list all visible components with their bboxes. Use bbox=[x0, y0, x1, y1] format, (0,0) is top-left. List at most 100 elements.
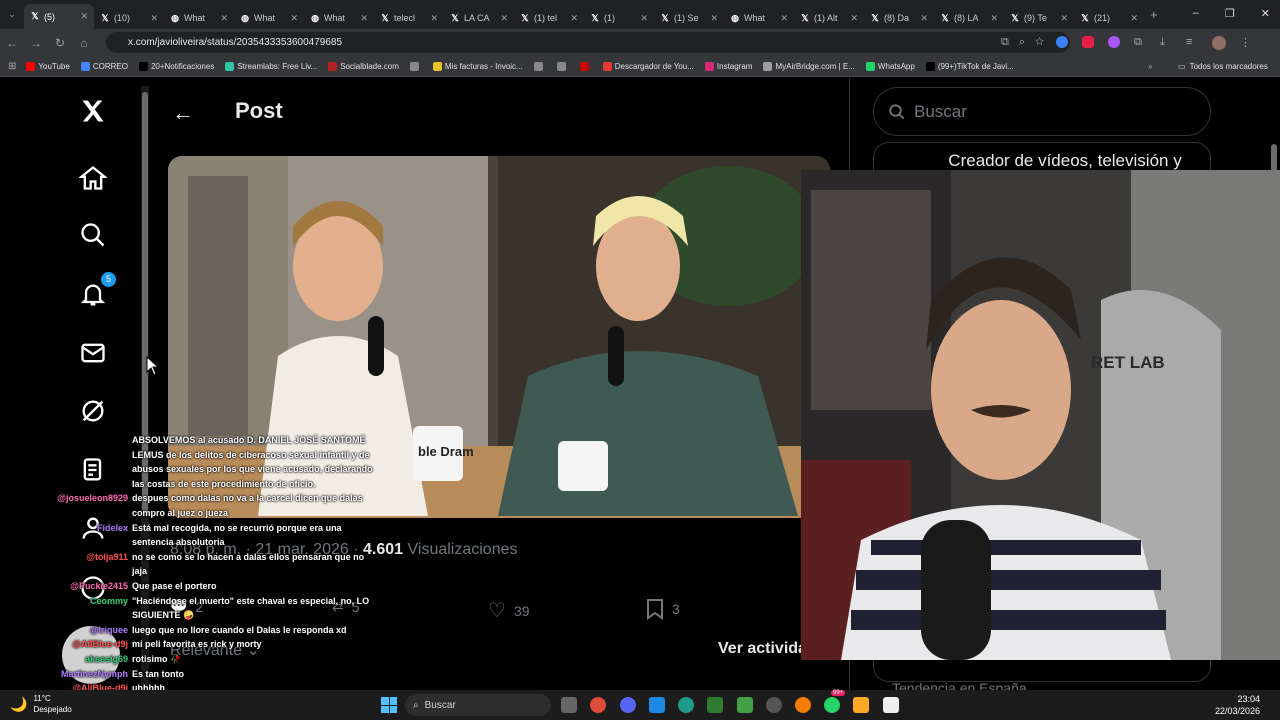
extension-icon[interactable] bbox=[1056, 36, 1068, 48]
reload-icon[interactable]: ↻ bbox=[48, 36, 72, 50]
home-icon[interactable] bbox=[78, 163, 108, 193]
new-tab-button[interactable]: + bbox=[1150, 7, 1158, 22]
back-icon[interactable]: ← bbox=[0, 36, 24, 50]
app-icon[interactable] bbox=[883, 697, 899, 713]
bookmark-item[interactable]: CORREO bbox=[80, 61, 128, 71]
messages-icon[interactable] bbox=[78, 338, 108, 368]
search-icon[interactable] bbox=[78, 220, 108, 250]
tab-search-button[interactable]: ⌄ bbox=[0, 9, 24, 20]
bookmark-item[interactable]: Socialblade.com bbox=[328, 61, 399, 71]
bookmark-item[interactable] bbox=[556, 61, 569, 71]
extensions-puzzle-icon[interactable]: ⧉ bbox=[1134, 36, 1146, 48]
x-logo-icon[interactable] bbox=[78, 96, 108, 126]
reading-list-icon[interactable]: ≡ bbox=[1186, 36, 1198, 48]
browser-tab[interactable]: 𝕏 (21) ✕ bbox=[1074, 7, 1144, 29]
bookmark-item[interactable]: Instagram bbox=[704, 61, 752, 71]
close-tab-icon[interactable]: ✕ bbox=[80, 11, 88, 22]
close-tab-icon[interactable]: ✕ bbox=[780, 13, 788, 24]
mug-text: ble Dram bbox=[418, 444, 474, 459]
browser-tab[interactable]: 𝕏 (9) Te ✕ bbox=[1004, 7, 1074, 29]
minimize-button[interactable]: – bbox=[1193, 7, 1199, 20]
browser-tab[interactable]: 𝕏 (1) Alt ✕ bbox=[794, 7, 864, 29]
bookmark-item[interactable] bbox=[579, 61, 592, 71]
browser-tab[interactable]: ◍ What ✕ bbox=[724, 7, 794, 29]
extension-icon[interactable] bbox=[1108, 36, 1120, 48]
menu-icon[interactable]: ⋮ bbox=[1240, 36, 1251, 50]
forward-icon[interactable]: → bbox=[24, 36, 48, 50]
bookmark-item[interactable]: Mis facturas - Invoic... bbox=[432, 61, 523, 71]
system-clock[interactable]: 23:04 22/03/2026 bbox=[1215, 693, 1260, 717]
close-tab-icon[interactable]: ✕ bbox=[430, 13, 438, 24]
browser-tab[interactable]: ◍ What ✕ bbox=[304, 7, 374, 29]
notifications-bell-icon[interactable]: 5 bbox=[78, 272, 116, 310]
close-tab-icon[interactable]: ✕ bbox=[220, 13, 228, 24]
browser-tab[interactable]: ◍ What ✕ bbox=[164, 7, 234, 29]
browser-tab[interactable]: 𝕏 (8) Da ✕ bbox=[864, 7, 934, 29]
browser-tab[interactable]: 𝕏 (8) LA ✕ bbox=[934, 7, 1004, 29]
home-icon[interactable]: ⌂ bbox=[72, 36, 96, 50]
bookmark-item[interactable]: Descargador de You... bbox=[602, 61, 694, 71]
whatsapp-icon[interactable]: 99+ bbox=[824, 690, 846, 713]
bookmark-item[interactable]: WhatsApp bbox=[865, 61, 915, 71]
file-explorer-icon[interactable] bbox=[853, 697, 869, 713]
app-icon[interactable] bbox=[795, 697, 811, 713]
grok-icon[interactable] bbox=[78, 396, 108, 426]
browser-tab[interactable]: 𝕏 LA CA ✕ bbox=[444, 7, 514, 29]
browser-tab[interactable]: 𝕏 (1) tel ✕ bbox=[514, 7, 584, 29]
close-tab-icon[interactable]: ✕ bbox=[850, 13, 858, 24]
close-tab-icon[interactable]: ✕ bbox=[570, 13, 578, 24]
profile-avatar[interactable] bbox=[1212, 36, 1226, 50]
close-tab-icon[interactable]: ✕ bbox=[710, 13, 718, 24]
bookmark-item[interactable]: 20+Notificaciones bbox=[138, 61, 214, 71]
back-arrow-icon[interactable]: ← bbox=[172, 100, 194, 126]
browser-tab[interactable]: 𝕏telecl ✕ bbox=[374, 7, 444, 29]
close-window-button[interactable]: ✕ bbox=[1261, 7, 1270, 20]
omnibox-actions[interactable]: ⧉⌕☆ bbox=[1001, 36, 1054, 49]
close-tab-icon[interactable]: ✕ bbox=[360, 13, 368, 24]
app-icon[interactable] bbox=[737, 697, 753, 713]
like-button[interactable]: ♡ 39 bbox=[488, 598, 530, 623]
youtube-extension-icon[interactable] bbox=[1082, 36, 1094, 48]
search-input[interactable]: Buscar bbox=[873, 87, 1211, 136]
bookmark-item[interactable] bbox=[533, 61, 546, 71]
browser-tab[interactable]: 𝕏 (10) ✕ bbox=[94, 7, 164, 29]
close-tab-icon[interactable]: ✕ bbox=[640, 13, 648, 24]
close-tab-icon[interactable]: ✕ bbox=[1130, 13, 1138, 24]
x-icon: 𝕏 bbox=[871, 12, 879, 23]
close-tab-icon[interactable]: ✕ bbox=[1060, 13, 1068, 24]
bookmark-item[interactable]: MyAirBridge.com | E... bbox=[763, 61, 855, 71]
address-bar[interactable]: x.com/javioliveira/status/20354333536004… bbox=[106, 32, 1070, 53]
bookmark-item[interactable]: (99+)TikTok de Javi... bbox=[925, 61, 1014, 71]
windows-start-icon[interactable] bbox=[381, 697, 397, 713]
all-bookmarks-folder[interactable]: ▭ Todos los marcadores bbox=[1178, 62, 1268, 71]
maximize-button[interactable]: ❐ bbox=[1225, 7, 1235, 20]
weather-widget[interactable]: 🌙 11°C Despejado bbox=[10, 693, 72, 715]
task-view-icon[interactable] bbox=[561, 697, 577, 713]
browser-tab[interactable]: ◍ What ✕ bbox=[234, 7, 304, 29]
close-tab-icon[interactable]: ✕ bbox=[290, 13, 298, 24]
bookmark-item[interactable]: Streamlabs: Free Liv... bbox=[225, 61, 317, 71]
discord-icon[interactable] bbox=[620, 697, 636, 713]
close-tab-icon[interactable]: ✕ bbox=[920, 13, 928, 24]
bookmark-item[interactable]: YouTube bbox=[26, 61, 70, 71]
sidebar-scrollbar[interactable] bbox=[1271, 144, 1277, 172]
browser-tab[interactable]: 𝕏 (1) Se ✕ bbox=[654, 7, 724, 29]
steam-icon[interactable] bbox=[766, 697, 782, 713]
close-tab-icon[interactable]: ✕ bbox=[990, 13, 998, 24]
bookmark-button[interactable]: 3 bbox=[646, 598, 680, 620]
edge-icon[interactable] bbox=[678, 697, 694, 713]
taskbar-search[interactable]: ⌕ Buscar bbox=[405, 694, 551, 716]
view-activity-link[interactable]: Ver activida bbox=[718, 640, 807, 658]
app-icon[interactable] bbox=[707, 697, 723, 713]
browser-tab[interactable]: 𝕏 (1) ✕ bbox=[584, 7, 654, 29]
chat-text: mi peli favorita es rick y morty bbox=[132, 639, 262, 650]
outlook-icon[interactable] bbox=[649, 697, 665, 713]
close-tab-icon[interactable]: ✕ bbox=[150, 13, 158, 24]
more-bookmarks-icon[interactable]: » bbox=[1148, 62, 1152, 71]
apps-icon[interactable]: ⊞ bbox=[8, 61, 16, 72]
bookmark-item[interactable] bbox=[409, 61, 422, 71]
download-icon[interactable]: ⤓ bbox=[1160, 36, 1172, 48]
browser-tab[interactable]: 𝕏 (5) ✕ bbox=[24, 4, 94, 29]
chrome-icon[interactable] bbox=[590, 697, 606, 713]
close-tab-icon[interactable]: ✕ bbox=[500, 13, 508, 24]
